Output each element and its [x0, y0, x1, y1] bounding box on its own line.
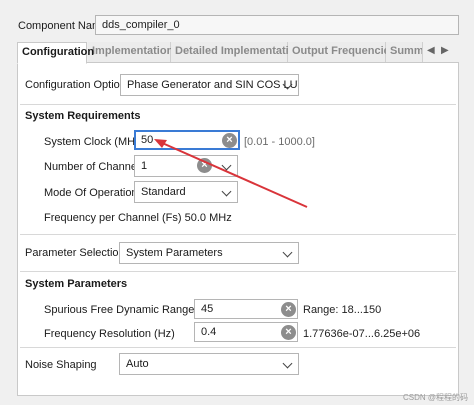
sfdr-label: Spurious Free Dynamic Range (dB)	[44, 304, 219, 316]
section-divider	[20, 347, 456, 348]
frequency-resolution-label: Frequency Resolution (Hz)	[44, 328, 175, 340]
section-divider	[20, 234, 456, 235]
tab-detailed-implementation[interactable]: Detailed Implementation	[171, 42, 302, 63]
tab-scroll-right-icon[interactable]: ▶	[441, 45, 449, 56]
mode-of-operation-label: Mode Of Operation	[44, 187, 138, 199]
number-of-channels-select[interactable]: 1 ×	[134, 155, 238, 177]
frequency-per-channel-text: Frequency per Channel (Fs) 50.0 MHz	[44, 212, 232, 224]
clear-icon[interactable]: ×	[197, 158, 212, 173]
configuration-options-value: Phase Generator and SIN COS LUT	[127, 79, 299, 91]
component-name-field[interactable]: dds_compiler_0	[95, 15, 459, 35]
mode-of-operation-value: Standard	[141, 186, 186, 198]
clear-icon[interactable]: ×	[222, 133, 237, 148]
section-divider	[20, 104, 456, 105]
parameter-selection-select[interactable]: System Parameters	[119, 242, 299, 264]
chevron-down-icon	[282, 358, 293, 369]
frequency-resolution-range: 1.77636e-07...6.25e+06	[303, 328, 421, 340]
section-divider	[20, 271, 456, 272]
noise-shaping-value: Auto	[126, 358, 149, 370]
noise-shaping-label: Noise Shaping	[25, 359, 97, 371]
system-requirements-heading: System Requirements	[25, 110, 141, 122]
configuration-options-label: Configuration Options	[25, 79, 132, 91]
system-parameters-heading: System Parameters	[25, 278, 128, 290]
parameter-selection-value: System Parameters	[126, 247, 223, 259]
number-of-channels-label: Number of Channels	[44, 161, 145, 173]
configuration-options-select[interactable]: Phase Generator and SIN COS LUT	[120, 74, 299, 96]
tab-output-frequencies[interactable]: Output Frequencies	[288, 42, 396, 63]
watermark: CSDN @程程的码	[402, 393, 468, 402]
component-name-label: Component Name	[18, 20, 108, 32]
clear-icon[interactable]: ×	[281, 302, 296, 317]
chevron-down-icon	[282, 247, 293, 258]
mode-of-operation-select[interactable]: Standard	[134, 181, 238, 203]
tab-summary[interactable]: Summ	[386, 42, 423, 63]
number-of-channels-value: 1	[141, 160, 148, 172]
tab-bar: Configuration Implementation Detailed Im…	[17, 42, 459, 64]
sfdr-range: Range: 18...150	[303, 304, 382, 316]
chevron-down-icon	[221, 160, 232, 171]
tab-configuration[interactable]: Configuration	[17, 42, 94, 64]
clear-icon[interactable]: ×	[281, 325, 296, 340]
tab-scroll-left-icon[interactable]: ◀	[427, 45, 435, 56]
system-clock-range: [0.01 - 1000.0]	[244, 136, 315, 148]
chevron-down-icon	[221, 186, 232, 197]
tab-implementation[interactable]: Implementation	[88, 42, 173, 63]
parameter-selection-label: Parameter Selection	[25, 247, 125, 259]
system-clock-label: System Clock (MHz)	[44, 136, 145, 148]
noise-shaping-select[interactable]: Auto	[119, 353, 299, 375]
